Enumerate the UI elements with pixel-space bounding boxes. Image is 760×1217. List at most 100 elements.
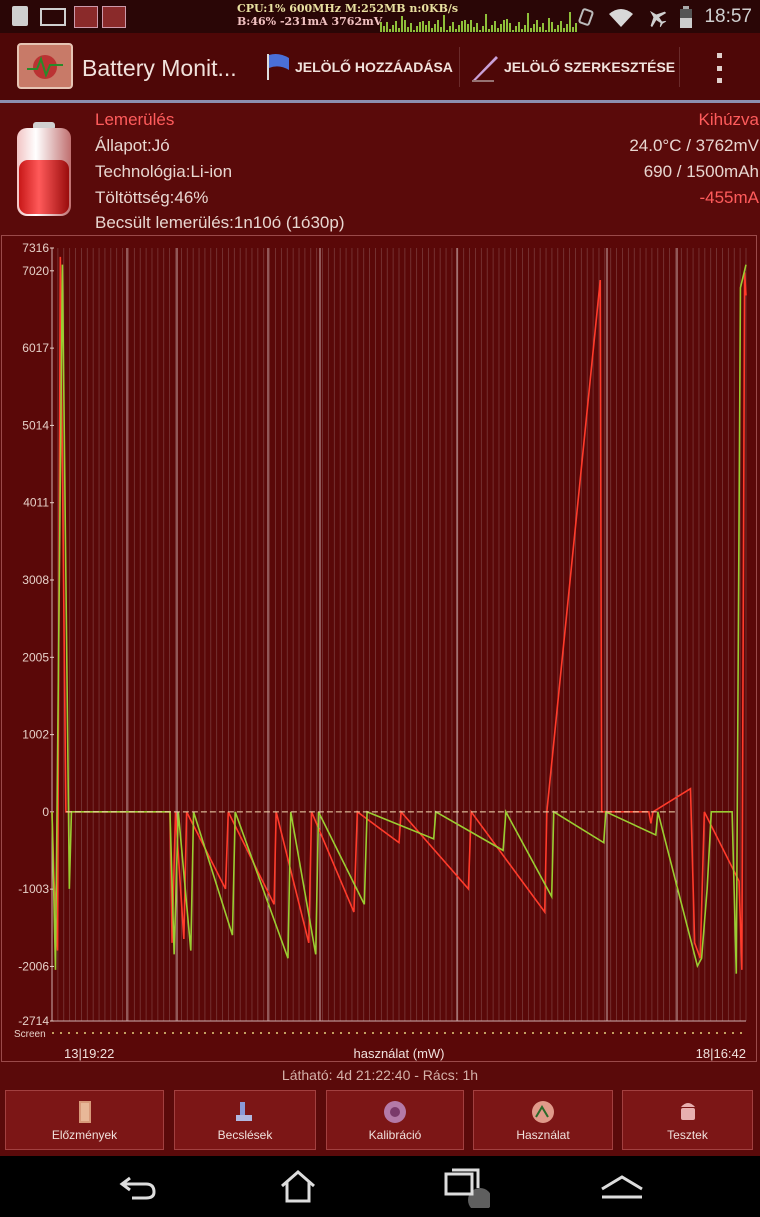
battery-info-panel: Lemerülés Kihúzva Állapot:Jó 24.0°C / 37… [0,103,760,233]
mini-graph-bar [527,13,529,32]
mini-graph-bar [563,28,565,32]
mini-graph-bar [419,22,421,32]
battery-monitor-notification-icon [74,6,98,28]
y-tick-label: -1003 [18,882,49,896]
home-icon [281,1170,315,1203]
edit-marker-button[interactable]: JELÖLŐ SZERKESZTÉSE [470,45,675,89]
y-tick-label: 7316 [22,241,49,255]
action-bar: Battery Monit... JELÖLŐ HOZZÁADÁSA JELÖL… [0,33,760,103]
mini-graph-bar [449,26,451,32]
recent-apps-icon [444,1168,490,1208]
y-tick-label: -2006 [18,959,49,973]
battery-icon [680,5,693,28]
divider [459,47,460,87]
app-logo-icon[interactable] [17,43,73,89]
mini-graph-bar [479,30,481,32]
mini-graph-bar [416,26,418,32]
home-button[interactable] [268,1164,328,1208]
mini-graph-bar [491,25,493,32]
clock: 18:57 [704,5,752,27]
screen-label: Screen [14,1029,46,1040]
tab-usage[interactable]: Használat [473,1090,613,1150]
status-bar: CPU:1% 600MHz M:252MB n:0KB/s B:46% -231… [0,0,760,33]
mini-graph-bar [380,22,382,32]
battery-level-icon [17,122,71,216]
mini-graph-bar [410,23,412,32]
mini-graph-bar [536,20,538,32]
tab-estimates-label: Becslések [217,1128,273,1142]
mini-graph-bar [398,28,400,32]
mini-graph-bar [455,29,457,32]
mini-graph-bar [569,12,571,32]
back-button[interactable] [108,1164,168,1208]
mini-graph-bar [530,28,532,32]
mini-graph-bar [422,21,424,32]
edit-marker-label: JELÖLŐ SZERKESZTÉSE [504,59,676,75]
menu-button[interactable] [592,1164,652,1208]
tab-calibration-label: Kalibráció [368,1128,422,1142]
mini-graph-bar [470,20,472,32]
mini-graph-bar [509,23,511,32]
capacity: 690 / 1500mAh [643,162,759,181]
mini-graph-bar [407,27,409,32]
add-marker-button[interactable]: JELÖLŐ HOZZÁADÁSA [265,45,453,89]
mini-graph-bar [503,20,505,32]
mini-graph-bar [395,21,397,32]
wifi-icon [609,8,634,27]
technology: Technológia:Li-ion [95,162,233,181]
mini-graph-bar [386,22,388,32]
mini-graph-bar [437,20,439,32]
mini-graph-bar [482,26,484,32]
tab-tests[interactable]: Tesztek [622,1090,753,1150]
x-axis-label: használat (mW) [353,1046,444,1061]
mini-graph-bar [464,20,466,32]
mini-graph-bar [401,16,403,32]
usage-chart[interactable]: 7316 7020 6017 5014 4011 3008 2005 1002 0 -1003 -2… [1,235,757,1062]
mini-graph-bar [428,21,430,32]
mini-graph-bar [434,24,436,32]
back-icon [119,1176,156,1200]
estimate-tool-icon [236,1102,252,1121]
mini-graph-bar [440,27,442,32]
mini-graph-bar [533,24,535,32]
mini-graph-bar [488,29,490,32]
tab-tests-label: Tesztek [667,1128,708,1142]
mini-graph-bar [500,24,502,32]
mail-icon [40,8,66,26]
mini-graph-bar [506,19,508,32]
overflow-menu-icon[interactable] [712,53,726,83]
mini-graph-bar [452,22,454,32]
mini-graph-bar [467,24,469,32]
android-icon [680,1103,695,1120]
mini-graph-bar [473,27,475,32]
mini-graph-bar [392,25,394,32]
charge-level: Töltöttség:46% [95,188,209,207]
plug-status: Kihúzva [698,110,759,129]
mini-graph-bar [560,21,562,32]
tab-history[interactable]: Előzmények [5,1090,164,1150]
mini-graph-bar [518,22,520,32]
heart-battery-icon [27,55,63,79]
usage-icon [532,1101,554,1123]
y-tick-label: 7020 [22,264,49,278]
vibrate-icon [578,7,594,26]
current-draw: -455mA [699,188,759,207]
y-tick-label: 1002 [22,728,49,742]
sd-card-icon [12,6,28,26]
y-tick-label: 0 [42,805,49,819]
door-icon [78,1101,91,1123]
mini-activity-graph [380,12,577,32]
mini-graph-bar [521,29,523,32]
discharge-status: Lemerülés [95,110,175,129]
health-status: Állapot:Jó [95,136,170,155]
tab-calibration[interactable]: Kalibráció [326,1090,464,1150]
mini-graph-bar [458,25,460,32]
recent-apps-button[interactable] [432,1164,492,1208]
tab-estimates[interactable]: Becslések [174,1090,316,1150]
mini-graph-bar [485,14,487,32]
divider [679,47,680,87]
mini-graph-bar [413,30,415,32]
estimated-discharge: Becsült lemerülés:1n10ó (1ó30p) [95,213,345,232]
mini-graph-bar [443,15,445,32]
y-tick-label: 5014 [22,418,49,432]
